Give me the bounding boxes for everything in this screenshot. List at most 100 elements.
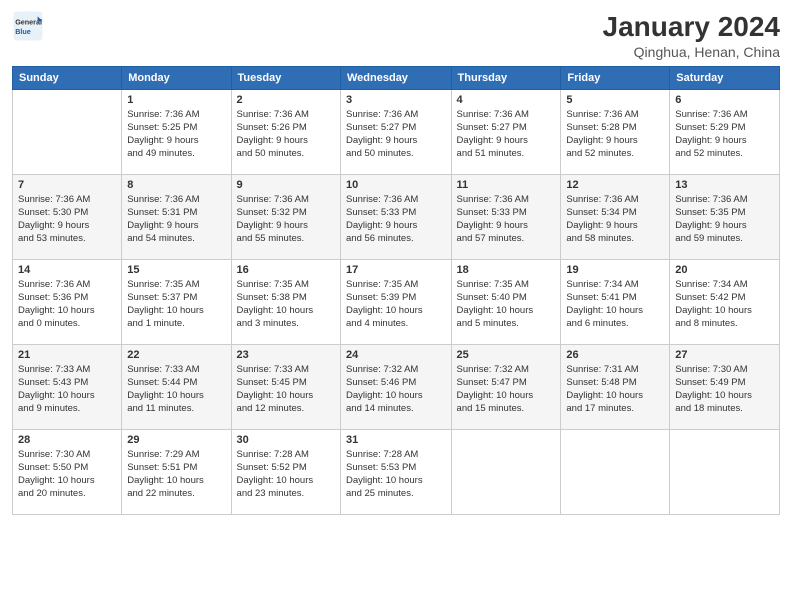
calendar-week-1: 1 Sunrise: 7:36 AM Sunset: 5:25 PM Daylig… [13, 89, 780, 174]
calendar-week-4: 21Sunrise: 7:33 AM Sunset: 5:43 PM Dayli… [13, 344, 780, 429]
svg-text:Blue: Blue [15, 27, 31, 36]
day-info: Sunrise: 7:36 AM Sunset: 5:31 PM Dayligh… [127, 193, 225, 246]
calendar-cell: 7Sunrise: 7:36 AM Sunset: 5:30 PM Daylig… [13, 174, 122, 259]
calendar-cell: 11 Sunrise: 7:36 AM Sunset: 5:33 PM Dayli… [451, 174, 561, 259]
calendar-header-sunday: Sunday [13, 66, 122, 89]
calendar-cell: 2 Sunrise: 7:36 AM Sunset: 5:26 PM Daylig… [231, 89, 340, 174]
day-number: 19 [566, 264, 664, 276]
calendar-cell [561, 429, 670, 514]
calendar-cell: 24 Sunrise: 7:32 AM Sunset: 5:46 PM Dayli… [341, 344, 452, 429]
day-info: Sunrise: 7:36 AM Sunset: 5:32 PM Dayligh… [237, 193, 335, 246]
title-block: January 2024 Qinghua, Henan, China [603, 10, 780, 60]
day-number: 23 [237, 349, 335, 361]
calendar-header-row: SundayMondayTuesdayWednesdayThursdayFrid… [13, 66, 780, 89]
day-number: 18 [457, 264, 556, 276]
day-info: Sunrise: 7:36 AM Sunset: 5:34 PM Dayligh… [566, 193, 664, 246]
day-number: 15 [127, 264, 225, 276]
day-number: 4 [457, 94, 556, 106]
header: General Blue January 2024 Qinghua, Henan… [12, 10, 780, 60]
calendar-cell: 25 Sunrise: 7:32 AM Sunset: 5:47 PM Dayli… [451, 344, 561, 429]
day-number: 22 [127, 349, 225, 361]
calendar-cell: 16 Sunrise: 7:35 AM Sunset: 5:38 PM Dayli… [231, 259, 340, 344]
calendar-cell: 15 Sunrise: 7:35 AM Sunset: 5:37 PM Dayli… [122, 259, 231, 344]
day-info: Sunrise: 7:36 AM Sunset: 5:25 PM Dayligh… [127, 108, 225, 161]
calendar-header-monday: Monday [122, 66, 231, 89]
day-number: 26 [566, 349, 664, 361]
day-number: 12 [566, 179, 664, 191]
day-number: 8 [127, 179, 225, 191]
calendar-cell: 10 Sunrise: 7:36 AM Sunset: 5:33 PM Dayli… [341, 174, 452, 259]
day-number: 3 [346, 94, 446, 106]
day-number: 5 [566, 94, 664, 106]
logo: General Blue [12, 10, 44, 42]
day-info: Sunrise: 7:35 AM Sunset: 5:38 PM Dayligh… [237, 278, 335, 331]
day-number: 9 [237, 179, 335, 191]
logo-icon: General Blue [12, 10, 44, 42]
calendar-cell: 3 Sunrise: 7:36 AM Sunset: 5:27 PM Daylig… [341, 89, 452, 174]
day-info: Sunrise: 7:32 AM Sunset: 5:46 PM Dayligh… [346, 363, 446, 416]
day-info: Sunrise: 7:36 AM Sunset: 5:30 PM Dayligh… [18, 193, 116, 246]
day-number: 20 [675, 264, 774, 276]
calendar-cell: 6 Sunrise: 7:36 AM Sunset: 5:29 PM Daylig… [670, 89, 780, 174]
day-info: Sunrise: 7:28 AM Sunset: 5:53 PM Dayligh… [346, 448, 446, 501]
day-number: 10 [346, 179, 446, 191]
day-number: 17 [346, 264, 446, 276]
day-number: 11 [457, 179, 556, 191]
calendar-header-thursday: Thursday [451, 66, 561, 89]
day-number: 30 [237, 434, 335, 446]
calendar-cell: 9 Sunrise: 7:36 AM Sunset: 5:32 PM Daylig… [231, 174, 340, 259]
calendar-cell: 8 Sunrise: 7:36 AM Sunset: 5:31 PM Daylig… [122, 174, 231, 259]
day-number: 6 [675, 94, 774, 106]
day-number: 13 [675, 179, 774, 191]
calendar-cell [451, 429, 561, 514]
calendar-cell [13, 89, 122, 174]
calendar-header-friday: Friday [561, 66, 670, 89]
day-number: 1 [127, 94, 225, 106]
calendar-cell: 26Sunrise: 7:31 AM Sunset: 5:48 PM Dayli… [561, 344, 670, 429]
calendar-cell: 28Sunrise: 7:30 AM Sunset: 5:50 PM Dayli… [13, 429, 122, 514]
day-info: Sunrise: 7:35 AM Sunset: 5:37 PM Dayligh… [127, 278, 225, 331]
day-number: 31 [346, 434, 446, 446]
day-number: 27 [675, 349, 774, 361]
day-info: Sunrise: 7:34 AM Sunset: 5:42 PM Dayligh… [675, 278, 774, 331]
calendar-cell: 31 Sunrise: 7:28 AM Sunset: 5:53 PM Dayli… [341, 429, 452, 514]
main-title: January 2024 [603, 10, 780, 44]
calendar-cell: 1 Sunrise: 7:36 AM Sunset: 5:25 PM Daylig… [122, 89, 231, 174]
day-info: Sunrise: 7:35 AM Sunset: 5:39 PM Dayligh… [346, 278, 446, 331]
day-number: 16 [237, 264, 335, 276]
day-info: Sunrise: 7:33 AM Sunset: 5:45 PM Dayligh… [237, 363, 335, 416]
day-info: Sunrise: 7:30 AM Sunset: 5:49 PM Dayligh… [675, 363, 774, 416]
day-info: Sunrise: 7:36 AM Sunset: 5:28 PM Dayligh… [566, 108, 664, 161]
calendar-table: SundayMondayTuesdayWednesdayThursdayFrid… [12, 66, 780, 515]
calendar-cell: 14Sunrise: 7:36 AM Sunset: 5:36 PM Dayli… [13, 259, 122, 344]
day-info: Sunrise: 7:36 AM Sunset: 5:27 PM Dayligh… [346, 108, 446, 161]
calendar-cell: 30Sunrise: 7:28 AM Sunset: 5:52 PM Dayli… [231, 429, 340, 514]
calendar-cell: 12 Sunrise: 7:36 AM Sunset: 5:34 PM Dayli… [561, 174, 670, 259]
day-info: Sunrise: 7:36 AM Sunset: 5:26 PM Dayligh… [237, 108, 335, 161]
day-info: Sunrise: 7:36 AM Sunset: 5:27 PM Dayligh… [457, 108, 556, 161]
day-info: Sunrise: 7:32 AM Sunset: 5:47 PM Dayligh… [457, 363, 556, 416]
day-info: Sunrise: 7:36 AM Sunset: 5:29 PM Dayligh… [675, 108, 774, 161]
day-number: 25 [457, 349, 556, 361]
calendar-cell: 19 Sunrise: 7:34 AM Sunset: 5:41 PM Dayli… [561, 259, 670, 344]
day-info: Sunrise: 7:36 AM Sunset: 5:35 PM Dayligh… [675, 193, 774, 246]
calendar-cell: 21Sunrise: 7:33 AM Sunset: 5:43 PM Dayli… [13, 344, 122, 429]
calendar-header-wednesday: Wednesday [341, 66, 452, 89]
day-info: Sunrise: 7:36 AM Sunset: 5:33 PM Dayligh… [457, 193, 556, 246]
day-info: Sunrise: 7:33 AM Sunset: 5:44 PM Dayligh… [127, 363, 225, 416]
calendar-cell: 20 Sunrise: 7:34 AM Sunset: 5:42 PM Dayli… [670, 259, 780, 344]
calendar-cell: 23 Sunrise: 7:33 AM Sunset: 5:45 PM Dayli… [231, 344, 340, 429]
day-info: Sunrise: 7:29 AM Sunset: 5:51 PM Dayligh… [127, 448, 225, 501]
calendar-cell: 4 Sunrise: 7:36 AM Sunset: 5:27 PM Daylig… [451, 89, 561, 174]
day-info: Sunrise: 7:34 AM Sunset: 5:41 PM Dayligh… [566, 278, 664, 331]
day-number: 29 [127, 434, 225, 446]
calendar-cell: 18Sunrise: 7:35 AM Sunset: 5:40 PM Dayli… [451, 259, 561, 344]
calendar-header-saturday: Saturday [670, 66, 780, 89]
day-number: 24 [346, 349, 446, 361]
day-info: Sunrise: 7:36 AM Sunset: 5:33 PM Dayligh… [346, 193, 446, 246]
calendar-cell: 13 Sunrise: 7:36 AM Sunset: 5:35 PM Dayli… [670, 174, 780, 259]
day-number: 2 [237, 94, 335, 106]
subtitle: Qinghua, Henan, China [603, 44, 780, 60]
day-number: 14 [18, 264, 116, 276]
page: General Blue January 2024 Qinghua, Henan… [0, 0, 792, 612]
